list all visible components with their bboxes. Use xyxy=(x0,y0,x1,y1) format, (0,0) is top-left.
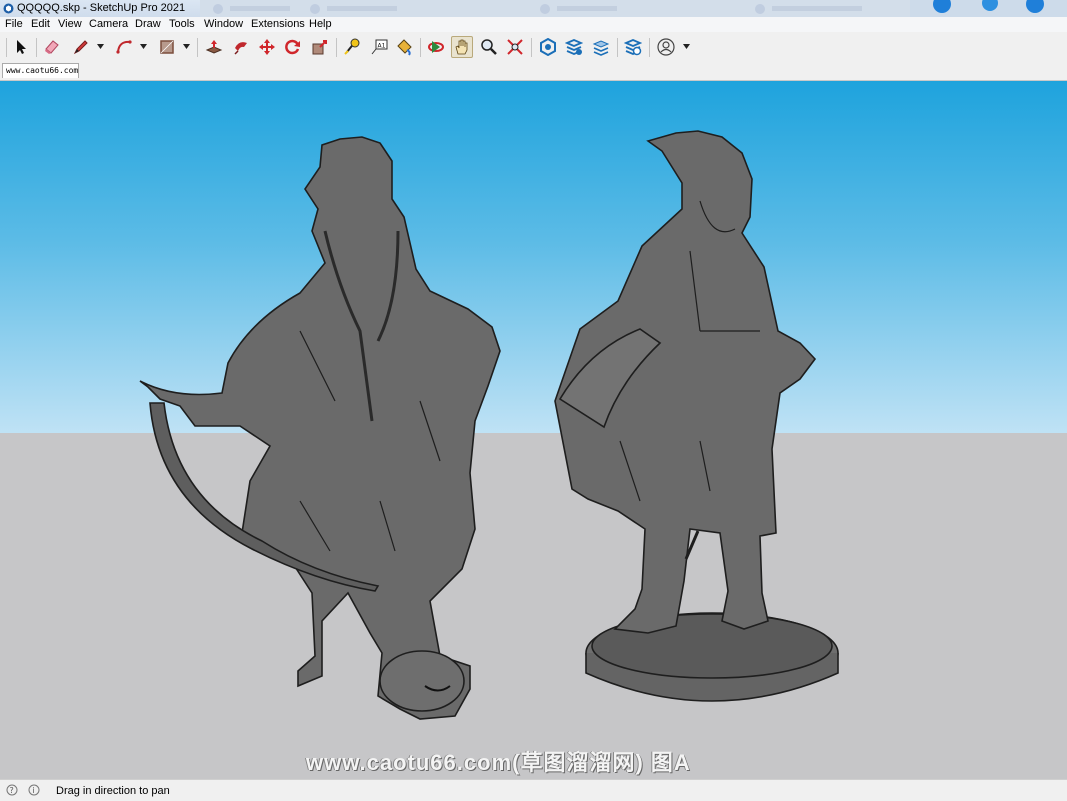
extension-warehouse-button[interactable] xyxy=(563,36,585,58)
menu-bar: File Edit View Camera Draw Tools Window … xyxy=(0,17,1067,32)
arc-icon xyxy=(116,40,132,54)
pan-tool[interactable] xyxy=(451,36,473,58)
title-bar: QQQQQ.skp - SketchUp Pro 2021 xyxy=(0,0,1067,18)
toolbar-separator xyxy=(197,38,198,57)
orbit-tool[interactable] xyxy=(425,36,447,58)
pencil-icon xyxy=(73,40,88,55)
tape-measure-icon xyxy=(344,38,360,55)
line-tool[interactable] xyxy=(70,36,92,58)
arc-tool[interactable] xyxy=(113,36,135,58)
rectangle-icon xyxy=(160,40,174,54)
shape-tool-dropdown-icon[interactable] xyxy=(182,42,191,51)
toolbar-separator xyxy=(336,38,337,57)
scene-tab-strip: www.caotu66.com xyxy=(0,62,1067,81)
menu-extensions[interactable]: Extensions xyxy=(251,18,305,30)
background-taskbar-strip xyxy=(200,0,1067,17)
warehouse-icon xyxy=(540,38,556,56)
left-warrior-statue xyxy=(139,136,501,720)
arrow-cursor-icon xyxy=(17,40,26,54)
info-icon[interactable]: i xyxy=(28,784,40,796)
status-bar: ? i Drag in direction to pan xyxy=(0,779,1067,801)
scale-icon xyxy=(312,40,327,55)
eraser-tool[interactable] xyxy=(41,36,63,58)
eraser-icon xyxy=(45,40,59,54)
rotate-tool[interactable] xyxy=(282,36,304,58)
tape-measure-tool[interactable] xyxy=(341,36,363,58)
move-tool[interactable] xyxy=(256,36,278,58)
statue-model[interactable] xyxy=(0,81,1067,779)
menu-file[interactable]: File xyxy=(5,18,23,30)
shape-tool[interactable] xyxy=(156,36,178,58)
extension-manager-icon xyxy=(624,39,642,56)
status-message: Drag in direction to pan xyxy=(56,785,170,797)
toolbar-separator xyxy=(649,38,650,57)
paint-bucket-tool[interactable] xyxy=(393,36,415,58)
magnifier-icon xyxy=(481,39,497,55)
warehouse-button[interactable] xyxy=(537,36,559,58)
zoom-extents-tool[interactable] xyxy=(504,36,526,58)
menu-edit[interactable]: Edit xyxy=(31,18,50,30)
toolbar-grip xyxy=(6,38,7,57)
toolbar-separator xyxy=(36,38,37,57)
svg-text:A1: A1 xyxy=(378,43,386,50)
text-icon: A1 xyxy=(371,39,388,55)
line-tool-dropdown-icon[interactable] xyxy=(96,42,105,51)
menu-help[interactable]: Help xyxy=(309,18,332,30)
window-title: QQQQQ.skp - SketchUp Pro 2021 xyxy=(17,2,186,14)
toolbar-separator xyxy=(420,38,421,57)
right-warrior-statue xyxy=(554,130,839,702)
move-icon xyxy=(259,39,275,55)
extension-manager-button[interactable] xyxy=(622,36,644,58)
menu-draw[interactable]: Draw xyxy=(135,18,161,30)
user-icon xyxy=(657,38,675,56)
modeling-viewport[interactable]: www.caotu66.com(草图溜溜网) 图A xyxy=(0,81,1067,779)
account-dropdown-icon[interactable] xyxy=(682,42,691,51)
geolocation-icon[interactable]: ? xyxy=(6,784,18,796)
zoom-tool[interactable] xyxy=(478,36,500,58)
scene-tab[interactable]: www.caotu66.com xyxy=(2,63,79,78)
svg-text:?: ? xyxy=(10,786,14,795)
push-pull-icon xyxy=(205,40,223,54)
scale-tool[interactable] xyxy=(309,36,331,58)
arc-tool-dropdown-icon[interactable] xyxy=(139,42,148,51)
toolbar-separator xyxy=(531,38,532,57)
sketchup-logo-icon xyxy=(3,3,14,14)
toolbar-separator xyxy=(617,38,618,57)
account-button[interactable] xyxy=(655,36,677,58)
select-tool[interactable] xyxy=(10,36,32,58)
rotate-icon xyxy=(285,39,300,55)
push-pull-tool[interactable] xyxy=(203,36,225,58)
follow-me-icon xyxy=(234,42,247,55)
zoom-extents-icon xyxy=(507,39,523,55)
layout-icon xyxy=(592,40,610,56)
follow-me-tool[interactable] xyxy=(230,36,252,58)
paint-bucket-icon xyxy=(397,39,412,56)
main-toolbar: A1 xyxy=(0,32,1067,63)
svg-text:i: i xyxy=(33,786,35,795)
orbit-icon xyxy=(428,41,444,53)
text-tool[interactable]: A1 xyxy=(368,36,390,58)
menu-window[interactable]: Window xyxy=(204,18,243,30)
menu-camera[interactable]: Camera xyxy=(89,18,128,30)
layout-button[interactable] xyxy=(590,36,612,58)
extension-warehouse-icon xyxy=(565,39,583,55)
menu-tools[interactable]: Tools xyxy=(169,18,195,30)
hand-icon xyxy=(455,39,468,55)
watermark-text: www.caotu66.com(草图溜溜网) 图A xyxy=(306,750,691,775)
menu-view[interactable]: View xyxy=(58,18,82,30)
